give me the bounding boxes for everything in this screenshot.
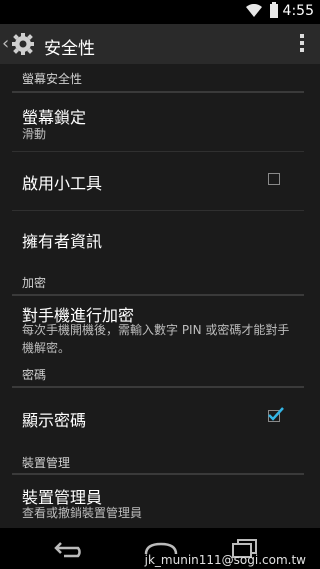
gear-icon[interactable] — [11, 32, 35, 56]
section-header-encryption: 加密 — [22, 276, 47, 290]
status-bar: 4:55 — [0, 0, 320, 24]
enable-widgets-checkbox[interactable] — [268, 173, 280, 185]
enable-widgets-title: 啟用小工具 — [22, 174, 103, 193]
watermark: jk_munin111@sogi.com.tw — [144, 553, 306, 567]
section-divider — [12, 91, 304, 93]
status-time: 4:55 — [282, 3, 314, 19]
section-header-passwords: 密碼 — [22, 368, 47, 382]
wifi-icon — [246, 4, 262, 17]
item-divider — [12, 210, 304, 211]
section-divider — [12, 294, 304, 296]
section-header-device-admin: 裝置管理 — [22, 456, 71, 470]
item-divider — [12, 151, 304, 152]
back-icon[interactable] — [52, 538, 88, 558]
show-passwords-title: 顯示密碼 — [22, 411, 87, 430]
overflow-menu-icon[interactable] — [300, 34, 304, 55]
back-caret-icon[interactable]: ‹ — [2, 33, 9, 54]
section-header-screen-security: 螢幕安全性 — [22, 72, 83, 86]
owner-info-title: 擁有者資訊 — [22, 232, 103, 251]
show-passwords-checkbox[interactable] — [268, 407, 284, 422]
checkmark-icon — [268, 407, 284, 421]
encrypt-phone-summary: 每次手機開機後，需輸入數字 PIN 或密碼才能對手機解密。 — [22, 323, 290, 355]
section-divider — [12, 473, 304, 475]
action-bar: ‹ 安全性 — [0, 24, 320, 64]
section-divider — [12, 386, 304, 388]
page-title: 安全性 — [44, 39, 95, 59]
battery-icon — [270, 2, 278, 18]
device-admins-summary: 查看或撤銷裝置管理員 — [22, 506, 143, 520]
screen-lock-summary: 滑動 — [22, 127, 47, 141]
